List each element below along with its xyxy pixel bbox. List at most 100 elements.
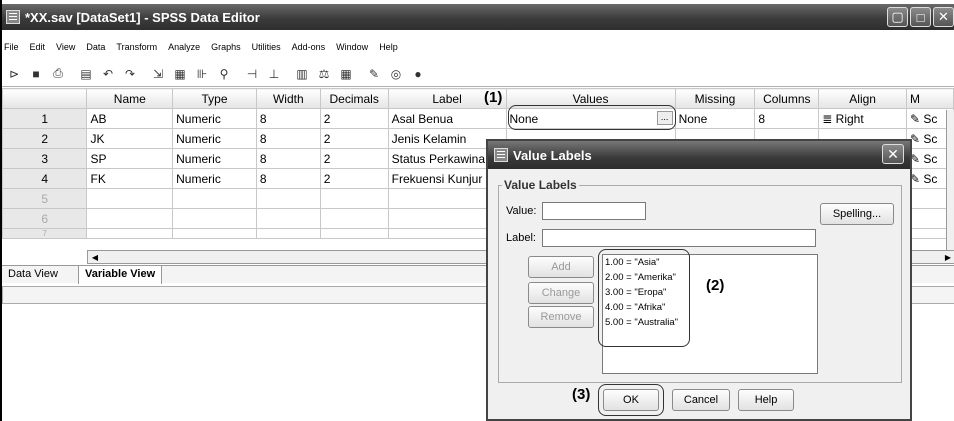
- corner-cell: [1, 88, 88, 109]
- cell-decimals[interactable]: 2: [319, 128, 389, 149]
- value-labels-icon[interactable]: ✎: [364, 65, 384, 83]
- scroll-left-icon[interactable]: ◀: [88, 251, 102, 263]
- cell-decimals[interactable]: 2: [319, 108, 389, 129]
- scroll-right-icon[interactable]: ▶: [941, 251, 954, 263]
- align-right-icon: ≣: [822, 111, 836, 126]
- help-button[interactable]: Help: [738, 389, 794, 411]
- cell-name[interactable]: SP: [86, 148, 174, 169]
- select-cases-icon[interactable]: ▦: [336, 65, 356, 83]
- cell-name[interactable]: FK: [86, 168, 174, 189]
- value-labels-dialog: Value Labels ✕ Value Labels Value: Spell…: [486, 139, 912, 421]
- vertical-scrollbar[interactable]: [946, 110, 954, 250]
- goto-case-icon[interactable]: ⇲: [148, 65, 168, 83]
- cell-align[interactable]: ≣ Right: [818, 108, 907, 129]
- undo-icon[interactable]: ↶: [98, 65, 118, 83]
- menu-transform[interactable]: Transform: [116, 42, 157, 58]
- menu-help[interactable]: Help: [379, 42, 398, 58]
- insert-variable-icon[interactable]: ⊥: [264, 65, 284, 83]
- scale-ruler-icon: ✎: [910, 131, 924, 146]
- ok-button[interactable]: OK: [603, 389, 659, 411]
- split-file-icon[interactable]: ▥: [292, 65, 312, 83]
- list-highlight: [598, 249, 690, 347]
- column-header-columns[interactable]: Columns: [754, 88, 820, 109]
- dialog-icon: [494, 148, 508, 162]
- dialog-recall-icon[interactable]: ▤: [76, 65, 96, 83]
- cell-width[interactable]: 8: [255, 168, 321, 189]
- cell-columns[interactable]: 8: [754, 108, 820, 129]
- label-input[interactable]: [542, 229, 816, 247]
- cell-type[interactable]: Numeric: [172, 128, 257, 149]
- cancel-button[interactable]: Cancel: [672, 389, 730, 411]
- tab-data-view[interactable]: Data View: [2, 266, 64, 284]
- weight-cases-icon[interactable]: ⚖: [314, 65, 334, 83]
- cell-decimals[interactable]: 2: [319, 148, 389, 169]
- column-header-type[interactable]: Type: [172, 88, 257, 109]
- cell-label[interactable]: Asal Benua: [387, 108, 507, 129]
- cell-name[interactable]: AB: [86, 108, 174, 129]
- cell-decimals[interactable]: 2: [319, 168, 389, 189]
- row-number[interactable]: 5: [1, 188, 88, 209]
- dialog-title-bar[interactable]: Value Labels: [488, 141, 910, 169]
- menu-view[interactable]: View: [56, 42, 75, 58]
- row-number[interactable]: 4: [1, 168, 88, 189]
- spelling-button[interactable]: Spelling...: [820, 203, 894, 225]
- cell-width[interactable]: 8: [255, 128, 321, 149]
- toolbar: ⊳ ■ ⎙ ▤ ↶ ↷ ⇲ ▦ ⊪ ⚲ ⊣ ⊥ ▥ ⚖ ▦ ✎ ◎ ●: [2, 61, 954, 87]
- menu-bar: File Edit View Data Transform Analyze Gr…: [4, 42, 409, 58]
- annotation-3: (3): [572, 386, 591, 403]
- menu-data[interactable]: Data: [86, 42, 105, 58]
- row-number[interactable]: 6: [1, 208, 88, 229]
- menu-utilities[interactable]: Utilities: [252, 42, 281, 58]
- value-input[interactable]: [542, 202, 646, 220]
- window-title: *XX.sav [DataSet1] - SPSS Data Editor: [25, 9, 260, 25]
- row-number[interactable]: 2: [1, 128, 88, 149]
- column-header-name[interactable]: Name: [86, 88, 174, 109]
- menu-file[interactable]: File: [4, 42, 19, 58]
- change-button[interactable]: Change: [528, 282, 594, 304]
- cell-missing[interactable]: None: [674, 108, 756, 129]
- cell-name[interactable]: JK: [86, 128, 174, 149]
- print-icon[interactable]: ⎙: [48, 65, 68, 83]
- use-sets-icon[interactable]: ◎: [386, 65, 406, 83]
- menu-analyze[interactable]: Analyze: [168, 42, 200, 58]
- annotation-2: (2): [706, 277, 725, 294]
- tab-variable-view[interactable]: Variable View: [78, 266, 163, 284]
- menu-graphs[interactable]: Graphs: [211, 42, 241, 58]
- menu-addons[interactable]: Add-ons: [292, 42, 326, 58]
- cell-width[interactable]: 8: [255, 148, 321, 169]
- remove-button[interactable]: Remove: [528, 306, 594, 328]
- dialog-close-button[interactable]: ✕: [882, 144, 904, 164]
- column-header-missing[interactable]: Missing: [674, 88, 756, 109]
- cell-width[interactable]: 8: [255, 108, 321, 129]
- cell-type[interactable]: Numeric: [172, 168, 257, 189]
- variables-icon[interactable]: ⊪: [192, 65, 212, 83]
- close-button[interactable]: ✕: [933, 7, 954, 27]
- redo-icon[interactable]: ↷: [120, 65, 140, 83]
- scale-ruler-icon: ✎: [910, 171, 924, 186]
- table-row: 1 AB Numeric 8 2 Asal Benua None ... Non…: [1, 108, 954, 129]
- cell-type[interactable]: Numeric: [172, 148, 257, 169]
- open-icon[interactable]: ⊳: [4, 65, 24, 83]
- minimize-button[interactable]: ▢: [887, 7, 908, 27]
- cell-type[interactable]: Numeric: [172, 108, 257, 129]
- add-button[interactable]: Add: [528, 256, 594, 278]
- values-cell-highlight: [508, 105, 676, 130]
- save-icon[interactable]: ■: [26, 65, 46, 83]
- menu-edit[interactable]: Edit: [30, 42, 46, 58]
- insert-cases-icon[interactable]: ⊣: [242, 65, 262, 83]
- row-number[interactable]: 1: [1, 108, 88, 129]
- column-header-width[interactable]: Width: [255, 88, 321, 109]
- menu-window[interactable]: Window: [336, 42, 368, 58]
- row-number[interactable]: 3: [1, 148, 88, 169]
- goto-variable-icon[interactable]: ▦: [170, 65, 190, 83]
- grid-header-row: Name Type Width Decimals Label Values Mi…: [1, 88, 954, 109]
- find-icon[interactable]: ⚲: [214, 65, 234, 83]
- show-all-icon[interactable]: ●: [408, 65, 428, 83]
- column-header-decimals[interactable]: Decimals: [319, 88, 389, 109]
- scale-ruler-icon: ✎: [910, 111, 924, 126]
- column-header-measure[interactable]: M: [906, 88, 954, 109]
- row-number[interactable]: 7: [1, 228, 88, 239]
- maximize-button[interactable]: □: [910, 7, 931, 27]
- column-header-align[interactable]: Align: [818, 88, 907, 109]
- title-bar[interactable]: *XX.sav [DataSet1] - SPSS Data Editor ▢ …: [2, 4, 954, 30]
